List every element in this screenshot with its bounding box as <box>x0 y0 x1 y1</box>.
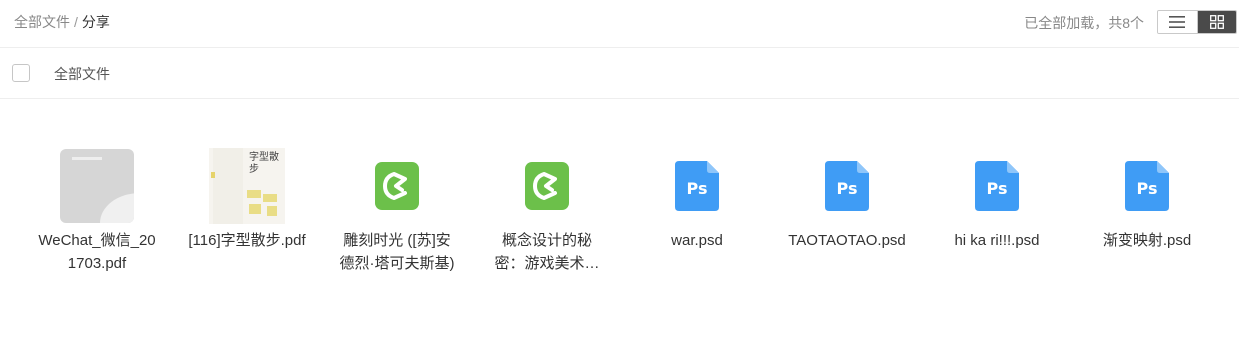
select-all-label: 全部文件 <box>54 66 110 82</box>
list-view-button[interactable] <box>1158 11 1197 33</box>
grid-view-button[interactable] <box>1196 11 1236 33</box>
pdf-thumbnail <box>59 148 135 224</box>
file-item[interactable]: 字型散步 [116]字型散步.pdf <box>172 148 322 275</box>
psd-icon: Ps <box>1109 148 1185 224</box>
file-item[interactable]: WeChat_微信_201703.pdf <box>22 148 172 275</box>
load-status-text: 已全部加载，共8个 <box>1024 15 1144 31</box>
file-name: WeChat_微信_201703.pdf <box>38 232 156 272</box>
breadcrumb-root-link[interactable]: 全部文件 <box>14 14 70 30</box>
file-item[interactable]: Ps 渐变映射.psd <box>1072 148 1222 275</box>
pdf-thumbnail: 字型散步 <box>209 148 285 224</box>
file-name: 概念设计的秘密：游戏美术设计 <box>494 232 600 272</box>
file-item[interactable]: Ps hi ka ri!!!.psd <box>922 148 1072 275</box>
file-item[interactable]: Ps TAOTAOTAO.psd <box>772 148 922 275</box>
view-toggle <box>1157 10 1237 34</box>
cover-text: 字型散步 <box>249 152 279 175</box>
epub-icon <box>359 148 435 224</box>
file-name: hi ka ri!!!.psd <box>954 232 1040 249</box>
psd-icon: Ps <box>809 148 885 224</box>
list-icon <box>1169 16 1186 28</box>
psd-icon: Ps <box>659 148 735 224</box>
file-grid: WeChat_微信_201703.pdf 字型散步 [116]字型散步.pdf … <box>22 148 1222 275</box>
top-bar: 全部文件 / 分享 已全部加载，共8个 <box>0 0 1244 46</box>
file-name: 渐变映射.psd <box>1102 232 1192 249</box>
breadcrumb-current: 分享 <box>81 14 110 30</box>
epub-icon <box>509 148 585 224</box>
select-all-checkbox[interactable] <box>12 64 30 82</box>
svg-text:Ps: Ps <box>987 179 1008 198</box>
file-item[interactable]: 概念设计的秘密：游戏美术设计 <box>472 148 622 275</box>
file-name: TAOTAOTAO.psd <box>788 232 906 249</box>
psd-icon: Ps <box>959 148 1035 224</box>
breadcrumb: 全部文件 / 分享 <box>14 12 110 32</box>
file-name: [116]字型散步.pdf <box>188 232 306 249</box>
file-name: 雕刻时光 ([苏]安德烈·塔可夫斯基) <box>339 232 455 272</box>
list-header: 全部文件 <box>0 47 1239 99</box>
grid-icon <box>1210 15 1224 29</box>
file-item[interactable]: Ps war.psd <box>622 148 772 275</box>
svg-text:Ps: Ps <box>687 179 708 198</box>
svg-text:Ps: Ps <box>1137 179 1158 198</box>
svg-text:Ps: Ps <box>837 179 858 198</box>
file-name: war.psd <box>671 232 723 249</box>
file-item[interactable]: 雕刻时光 ([苏]安德烈·塔可夫斯基) <box>322 148 472 275</box>
breadcrumb-separator: / <box>74 14 78 30</box>
